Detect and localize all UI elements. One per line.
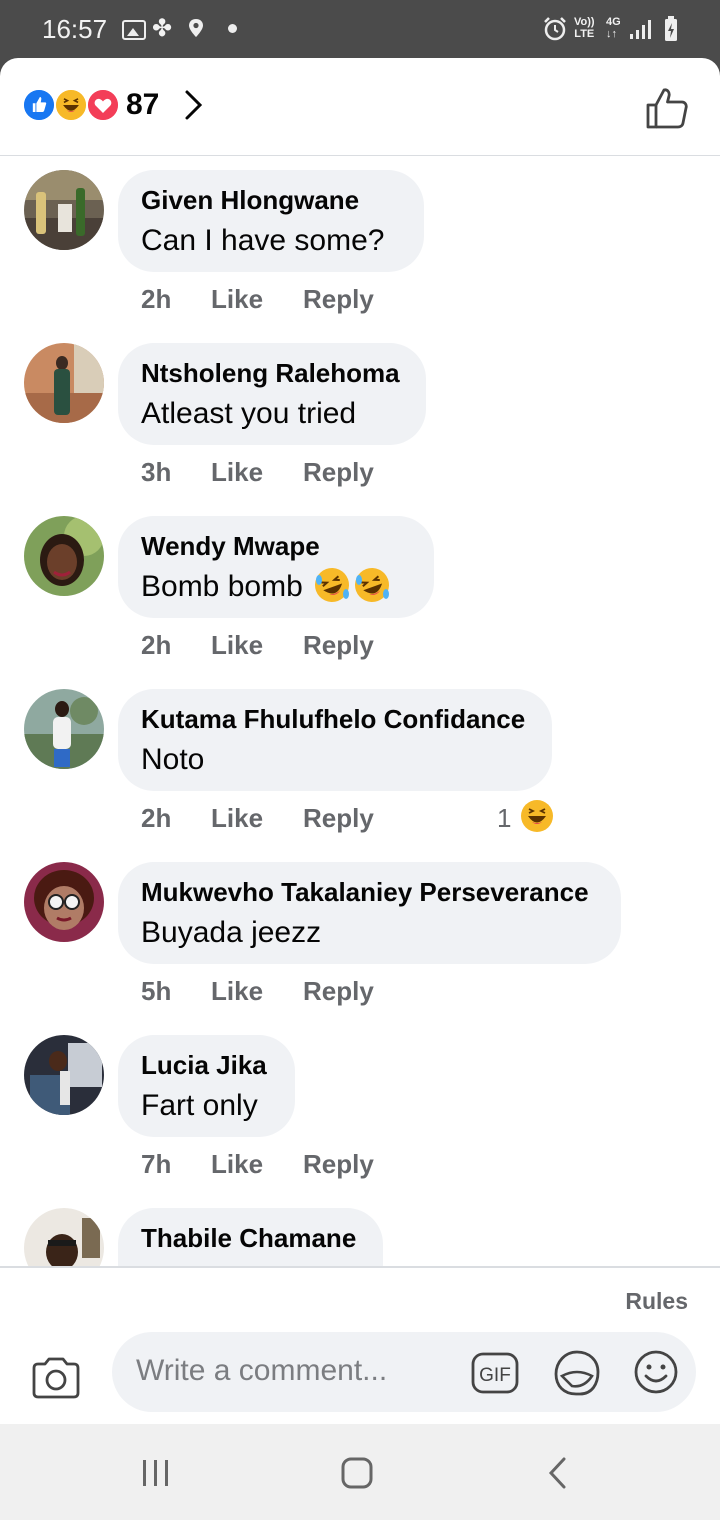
avatar[interactable]: [24, 170, 104, 250]
like-link[interactable]: Like: [211, 1149, 263, 1180]
pinwheel-icon: ✤: [152, 15, 173, 42]
network-label: 4G: [606, 16, 621, 28]
alarm-icon: [544, 17, 566, 41]
comment-author[interactable]: Mukwevho Takalaniey Perseverance: [141, 876, 597, 908]
comment-time[interactable]: 5h: [141, 976, 171, 1007]
comment-bubble[interactable]: Kutama Fhulufhelo Confidance Noto: [118, 689, 552, 791]
camera-icon[interactable]: [30, 1356, 82, 1400]
comment-input-placeholder[interactable]: Write a comment...: [136, 1354, 387, 1388]
comment-bubble[interactable]: Given Hlongwane Can I have some?: [118, 170, 424, 272]
like-link[interactable]: Like: [211, 976, 263, 1007]
comment-bubble[interactable]: Mukwevho Takalaniey Perseverance Buyada …: [118, 862, 621, 964]
haha-reaction-icon: [54, 88, 88, 122]
comment-text-value: Bomb bomb: [141, 570, 303, 603]
home-icon[interactable]: [340, 1456, 374, 1490]
back-icon[interactable]: [546, 1456, 570, 1490]
volte-icon: Vo)) LTE: [574, 16, 595, 44]
comment-time[interactable]: 2h: [141, 284, 171, 315]
gallery-icon: [122, 20, 146, 40]
like-link[interactable]: Like: [211, 803, 263, 834]
smiley-icon[interactable]: [632, 1348, 680, 1396]
status-bar: 16:57 ✤ Vo)) LTE 4G ↓↑: [0, 0, 720, 60]
gif-label: GIF: [479, 1365, 511, 1386]
avatar[interactable]: [24, 689, 104, 769]
reactions-header[interactable]: 87: [0, 58, 720, 156]
reply-link[interactable]: Reply: [303, 630, 374, 661]
location-pin-icon: [189, 19, 203, 37]
comment-text: Atleast you tried: [141, 393, 402, 435]
like-link[interactable]: Like: [211, 457, 263, 488]
system-nav-bar: [0, 1424, 720, 1520]
comment-author[interactable]: Lucia Jika: [141, 1049, 271, 1081]
like-link[interactable]: Like: [211, 630, 263, 661]
like-reaction-icon: [22, 88, 56, 122]
4g-icon: 4G ↓↑: [606, 16, 621, 40]
lte-label: LTE: [574, 28, 595, 40]
signal-icon: [630, 20, 651, 39]
reply-link[interactable]: Reply: [303, 1149, 374, 1180]
comment-time[interactable]: 7h: [141, 1149, 171, 1180]
comment-list[interactable]: Given Hlongwane Can I have some? 2h Like…: [0, 156, 720, 1266]
love-reaction-icon: [86, 88, 120, 122]
comment-time[interactable]: 2h: [141, 803, 171, 834]
comments-sheet: 87 Given Hlongwane Can I have some? 2h L…: [0, 58, 720, 1424]
comment-composer: Rules Write a comment... GIF: [0, 1266, 720, 1424]
dot-icon: [228, 24, 237, 33]
volte-label: Vo)): [574, 16, 595, 28]
recent-apps-icon[interactable]: [140, 1458, 172, 1488]
comment-author[interactable]: Given Hlongwane: [141, 184, 400, 216]
comment-bubble[interactable]: Thabile Chamane: [118, 1208, 383, 1266]
status-time: 16:57: [42, 14, 108, 44]
comment-text: Fart only: [141, 1085, 271, 1127]
comment-author[interactable]: Kutama Fhulufhelo Confidance: [141, 703, 528, 735]
comment-author[interactable]: Thabile Chamane: [141, 1222, 359, 1254]
rules-link[interactable]: Rules: [625, 1288, 688, 1315]
comment-text: Noto: [141, 739, 528, 781]
chevron-right-icon[interactable]: [180, 88, 206, 122]
avatar[interactable]: [24, 343, 104, 423]
comment-text-value: Can I have some?: [141, 224, 385, 257]
reply-link[interactable]: Reply: [303, 284, 374, 315]
comment-bubble[interactable]: Ntsholeng Ralehoma Atleast you tried: [118, 343, 426, 445]
comment-author[interactable]: Ntsholeng Ralehoma: [141, 357, 402, 389]
reaction-count[interactable]: 87: [126, 88, 159, 122]
comment-text-value: Atleast you tried: [141, 397, 357, 430]
comment-bubble[interactable]: Wendy Mwape Bomb bomb: [118, 516, 434, 618]
reply-link[interactable]: Reply: [303, 976, 374, 1007]
avatar[interactable]: [24, 516, 104, 596]
avatar[interactable]: [24, 1035, 104, 1115]
comment-text-value: Buyada jeezz: [141, 916, 322, 949]
comment-time[interactable]: 2h: [141, 630, 171, 661]
avatar[interactable]: [24, 862, 104, 942]
reply-link[interactable]: Reply: [303, 457, 374, 488]
comment-text: Can I have some?: [141, 220, 400, 262]
avatar[interactable]: [24, 1208, 104, 1266]
battery-icon: [665, 16, 677, 41]
comment-author[interactable]: Wendy Mwape: [141, 530, 410, 562]
haha-reaction-icon[interactable]: [520, 799, 554, 833]
rofl-emoji-icon: [355, 568, 390, 602]
comment-reaction-count[interactable]: 1: [497, 803, 511, 834]
gif-icon[interactable]: GIF: [470, 1348, 520, 1398]
comment-time[interactable]: 3h: [141, 457, 171, 488]
comment-text-value: Fart only: [141, 1089, 258, 1122]
comment-text: Buyada jeezz: [141, 912, 597, 954]
reply-link[interactable]: Reply: [303, 803, 374, 834]
comment-input[interactable]: Write a comment... GIF: [112, 1332, 696, 1412]
sticker-icon[interactable]: [552, 1348, 602, 1398]
thumb-up-icon[interactable]: [644, 86, 690, 130]
rofl-emoji-icon: [315, 568, 350, 602]
comment-text-value: Noto: [141, 743, 205, 776]
comment-bubble[interactable]: Lucia Jika Fart only: [118, 1035, 295, 1137]
comment-text: Bomb bomb: [141, 566, 410, 608]
like-link[interactable]: Like: [211, 284, 263, 315]
reaction-icons[interactable]: [22, 88, 122, 122]
